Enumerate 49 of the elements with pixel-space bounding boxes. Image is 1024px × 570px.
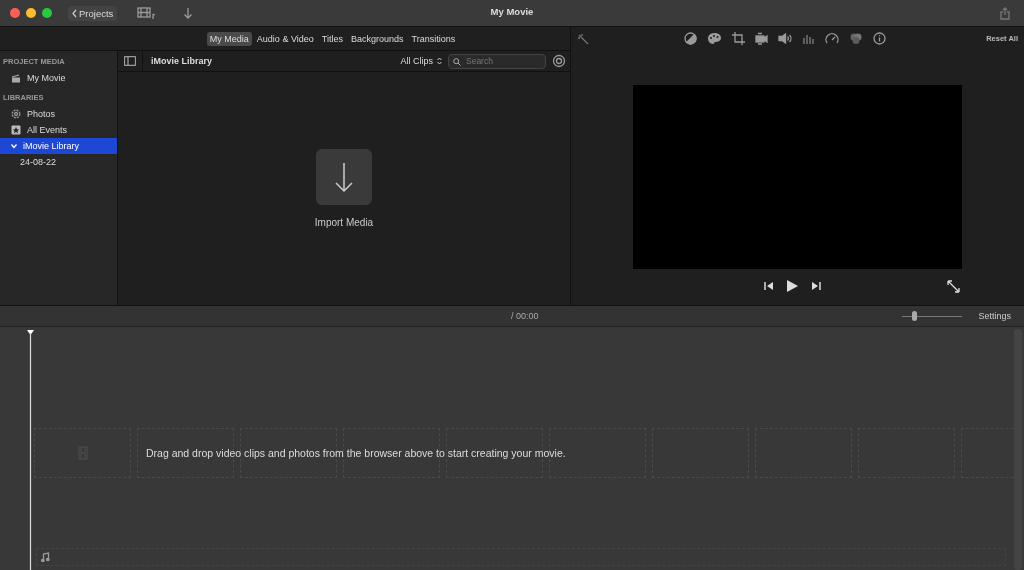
import-button[interactable] (316, 149, 372, 205)
library-title: iMovie Library (142, 51, 213, 71)
import-label: Import Media (314, 217, 374, 228)
sidebar-item[interactable]: All Events (0, 122, 117, 138)
media-tab[interactable]: Titles (318, 31, 346, 46)
window-title: My Movie (490, 6, 534, 17)
back-button[interactable]: Projects (68, 5, 118, 21)
playhead[interactable] (26, 329, 35, 570)
sidebar-item[interactable]: iMovie Library (0, 138, 117, 154)
crop-icon[interactable] (732, 32, 745, 45)
media-tab[interactable]: Audio & Video (253, 31, 317, 46)
clapperboard-icon[interactable] (11, 73, 21, 83)
magic-wand-icon[interactable] (577, 32, 589, 45)
play-icon[interactable] (786, 279, 799, 293)
timecode: / 00:00 (511, 311, 539, 321)
skip-back-icon[interactable] (764, 281, 774, 291)
speaker-icon[interactable] (778, 32, 792, 45)
sidebar-item[interactable]: My Movie (0, 70, 117, 86)
zoom-slider[interactable] (902, 310, 963, 322)
clip-filter[interactable]: All Clips (400, 56, 442, 66)
search-field[interactable]: Search (448, 53, 546, 69)
chevron-left-icon (72, 8, 77, 18)
equalizer-icon[interactable] (802, 32, 815, 45)
media-tab[interactable]: Transitions (408, 31, 459, 46)
color-circles-icon[interactable] (849, 32, 863, 45)
color-balance-icon[interactable] (684, 32, 697, 45)
chevron-down-icon[interactable] (11, 143, 17, 149)
skip-forward-icon[interactable] (811, 281, 821, 291)
timeline-hint: Drag and drop video clips and photos from the browser above to start creating your movie. (146, 447, 566, 459)
info-icon[interactable] (873, 32, 886, 45)
media-tab[interactable]: Backgrounds (347, 31, 407, 46)
sidebar-item[interactable]: 24-08-22 (0, 154, 117, 170)
palette-icon[interactable] (707, 32, 722, 45)
sidebar-item[interactable]: Photos (0, 106, 117, 122)
flower-icon[interactable] (11, 109, 21, 119)
video-camera-icon[interactable] (755, 32, 768, 45)
fullscreen-icon[interactable] (947, 279, 960, 293)
film-music-icon[interactable] (137, 6, 158, 20)
share-icon[interactable] (1000, 6, 1010, 20)
star-icon[interactable] (11, 125, 21, 135)
music-note-icon[interactable] (41, 552, 50, 562)
media-tab[interactable]: My Media (206, 31, 252, 46)
up-down-chevron-icon (437, 57, 442, 65)
speedometer-icon[interactable] (825, 32, 839, 45)
settings-button[interactable]: Settings (978, 311, 1011, 321)
sidebar-toggle-icon[interactable] (124, 56, 136, 66)
gear-icon[interactable] (552, 54, 566, 68)
download-arrow-icon[interactable] (183, 7, 194, 19)
down-arrow-icon (334, 161, 354, 193)
